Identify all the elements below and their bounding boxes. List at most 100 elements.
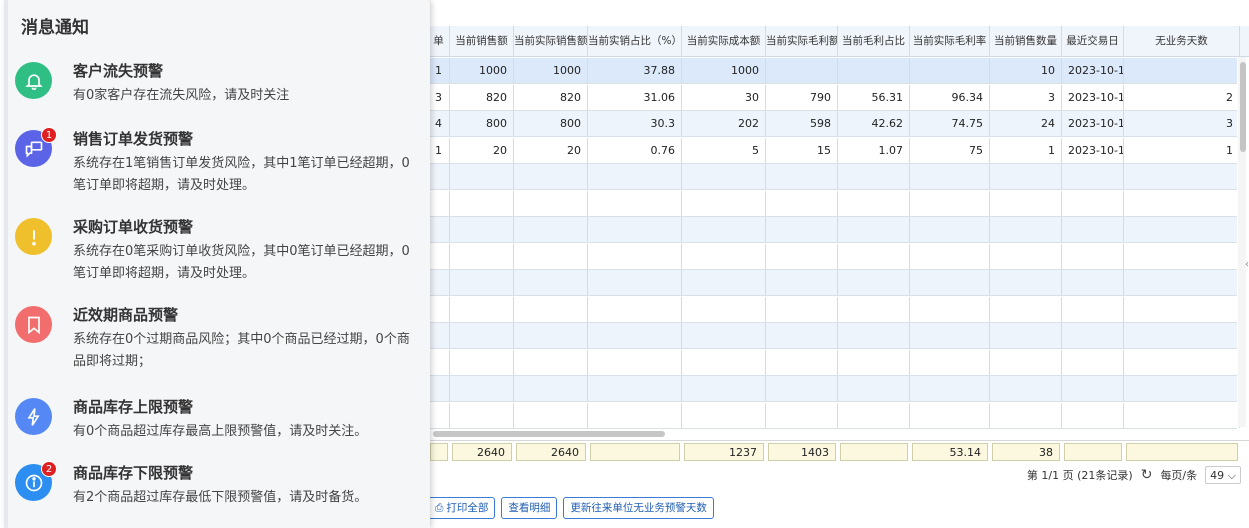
table-row[interactable] (428, 243, 1240, 270)
table-cell[interactable] (1062, 323, 1124, 348)
table-cell[interactable]: 2 (1124, 84, 1240, 110)
table-cell[interactable] (428, 243, 450, 269)
table-cell[interactable] (910, 190, 990, 216)
table-cell[interactable]: 820 (514, 84, 588, 110)
table-cell[interactable] (588, 376, 682, 401)
column-header[interactable]: 单 (428, 26, 450, 57)
table-cell[interactable] (514, 402, 588, 428)
update-warning-days-button[interactable]: 更新往来单位无业务预警天数 (563, 497, 714, 519)
table-cell[interactable] (588, 217, 682, 242)
table-cell[interactable]: 202 (682, 111, 766, 136)
table-cell[interactable] (910, 243, 990, 269)
table-cell[interactable] (766, 402, 838, 428)
table-cell[interactable]: 2023-10-11 (1062, 111, 1124, 136)
table-cell[interactable]: 2023-10-12 (1062, 84, 1124, 110)
table-cell[interactable] (910, 349, 990, 375)
table-cell[interactable]: 790 (766, 84, 838, 110)
table-cell[interactable]: 96.34 (910, 84, 990, 110)
table-cell[interactable] (682, 270, 766, 295)
table-cell[interactable]: 1.07 (838, 137, 910, 163)
table-cell[interactable] (838, 323, 910, 348)
table-row[interactable] (428, 376, 1240, 402)
table-row[interactable]: 480080030.320259842.6274.75242023-10-113 (428, 111, 1240, 137)
table-cell[interactable] (428, 402, 450, 428)
table-cell[interactable]: 1 (428, 58, 450, 83)
table-cell[interactable]: 10 (990, 58, 1062, 83)
column-header[interactable]: 最近交易日 (1062, 26, 1124, 57)
table-cell[interactable]: 0.76 (588, 137, 682, 163)
table-cell[interactable] (588, 402, 682, 428)
table-cell[interactable] (1062, 296, 1124, 322)
table-cell[interactable] (514, 164, 588, 189)
table-cell[interactable] (990, 323, 1062, 348)
table-cell[interactable]: 31.06 (588, 84, 682, 110)
right-edge-handle[interactable]: ‹ (1245, 259, 1249, 270)
table-row[interactable] (428, 270, 1240, 296)
table-cell[interactable] (766, 296, 838, 322)
table-cell[interactable] (910, 217, 990, 242)
table-cell[interactable] (766, 376, 838, 401)
table-cell[interactable] (766, 217, 838, 242)
table-cell[interactable]: 3 (990, 84, 1062, 110)
table-cell[interactable] (1062, 164, 1124, 189)
per-page-select[interactable]: 49 ⌵ (1205, 466, 1241, 484)
table-cell[interactable] (766, 270, 838, 295)
table-cell[interactable]: 15 (766, 137, 838, 163)
table-cell[interactable] (838, 243, 910, 269)
table-cell[interactable] (1124, 349, 1240, 375)
table-cell[interactable] (588, 190, 682, 216)
table-cell[interactable] (450, 296, 514, 322)
table-cell[interactable] (766, 190, 838, 216)
table-cell[interactable] (682, 190, 766, 216)
table-cell[interactable]: 75 (910, 137, 990, 163)
table-cell[interactable]: 30 (682, 84, 766, 110)
table-cell[interactable] (1124, 296, 1240, 322)
table-cell[interactable] (990, 190, 1062, 216)
table-row[interactable]: 120200.765151.077512023-10-131 (428, 137, 1240, 164)
column-header[interactable]: 当前实销占比（%） (588, 26, 682, 57)
table-cell[interactable] (990, 376, 1062, 401)
table-cell[interactable] (514, 217, 588, 242)
table-cell[interactable] (838, 58, 910, 83)
table-cell[interactable]: 24 (990, 111, 1062, 136)
table-cell[interactable] (838, 376, 910, 401)
table-cell[interactable]: 20 (450, 137, 514, 163)
table-cell[interactable] (514, 243, 588, 269)
table-cell[interactable]: 30.3 (588, 111, 682, 136)
table-cell[interactable] (910, 376, 990, 401)
table-cell[interactable] (766, 323, 838, 348)
table-cell[interactable]: 42.62 (838, 111, 910, 136)
table-cell[interactable] (838, 270, 910, 295)
table-cell[interactable]: 74.75 (910, 111, 990, 136)
column-header[interactable]: 无业务天数 (1124, 26, 1240, 57)
table-cell[interactable] (588, 296, 682, 322)
table-cell[interactable] (682, 243, 766, 269)
table-cell[interactable] (766, 164, 838, 189)
table-cell[interactable] (838, 217, 910, 242)
horizontal-scrollbar[interactable] (433, 431, 665, 437)
table-cell[interactable] (1062, 217, 1124, 242)
table-cell[interactable]: 820 (450, 84, 514, 110)
table-cell[interactable] (450, 402, 514, 428)
column-header[interactable]: 当前实际毛利额 (766, 26, 838, 57)
table-cell[interactable] (682, 349, 766, 375)
table-cell[interactable] (838, 402, 910, 428)
table-row[interactable] (428, 402, 1240, 429)
table-cell[interactable]: 37.88 (588, 58, 682, 83)
table-cell[interactable]: 1 (990, 137, 1062, 163)
table-cell[interactable] (1062, 402, 1124, 428)
table-cell[interactable] (450, 349, 514, 375)
table-cell[interactable] (588, 270, 682, 295)
table-cell[interactable] (910, 402, 990, 428)
table-cell[interactable]: 5 (682, 137, 766, 163)
table-cell[interactable] (838, 296, 910, 322)
table-cell[interactable] (682, 164, 766, 189)
table-cell[interactable] (514, 270, 588, 295)
table-cell[interactable] (450, 164, 514, 189)
table-cell[interactable] (450, 243, 514, 269)
table-row[interactable] (428, 217, 1240, 243)
table-cell[interactable] (910, 270, 990, 295)
table-cell[interactable] (910, 164, 990, 189)
column-header[interactable]: 当前毛利占比 (838, 26, 910, 57)
table-cell[interactable] (838, 349, 910, 375)
